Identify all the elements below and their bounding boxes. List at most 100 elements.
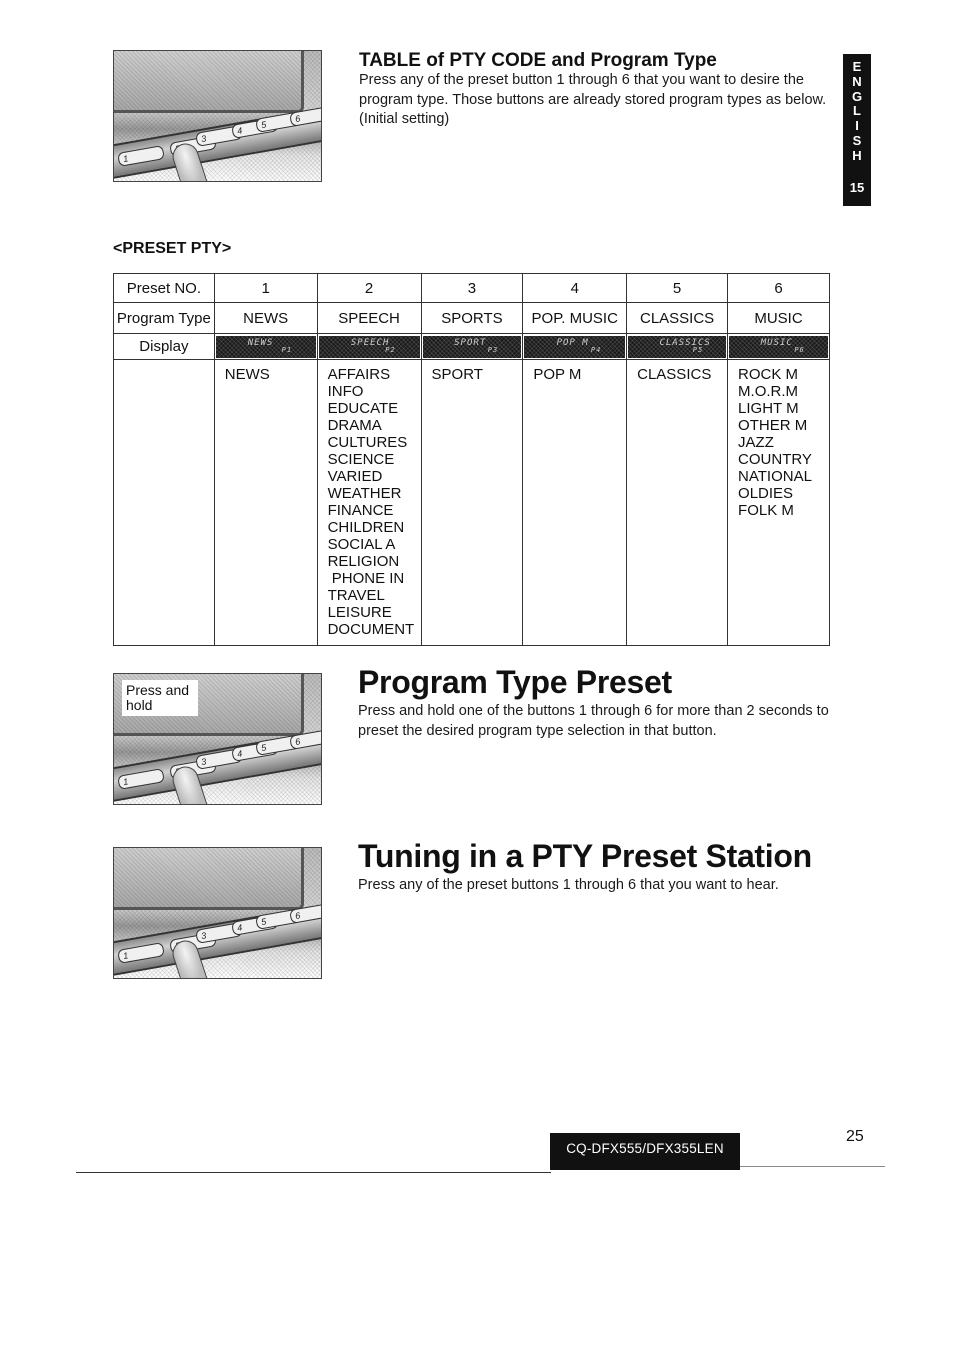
pty-code-item: PHONE IN xyxy=(327,570,405,587)
display-cell: POP M P4 xyxy=(522,333,628,360)
model-number-badge: CQ-DFX555/DFX355LEN xyxy=(550,1133,740,1170)
table-row-program-type: Program Type NEWS SPEECH SPORTS POP. MUS… xyxy=(113,302,830,334)
page-number: 25 xyxy=(846,1128,864,1145)
pty-code-item: LEISURE xyxy=(327,604,392,621)
pty-code-item: OLDIES xyxy=(738,485,794,502)
pty-code-item: WEATHER xyxy=(327,485,402,502)
program-type-cell: SPEECH xyxy=(316,302,422,334)
language-letter: H xyxy=(852,147,862,163)
display-cell: CLASSICS P5 xyxy=(626,333,729,360)
lcd-display: SPORT P3 xyxy=(422,335,522,358)
display-cell: MUSIC P6 xyxy=(727,333,830,360)
program-type-cell: MUSIC xyxy=(727,302,830,334)
language-letter: E xyxy=(852,59,862,74)
pty-code-item: CHILDREN xyxy=(327,519,405,536)
lcd-display: POP M P4 xyxy=(524,335,626,358)
pty-code-item: NEWS xyxy=(224,366,270,383)
lcd-channel: P1 xyxy=(281,345,293,354)
preset-pty-table: Preset NO. 1 2 3 4 5 6 Program Type NEWS… xyxy=(113,273,830,646)
pty-code-item: FOLK M xyxy=(738,502,794,519)
row-header-display: Display xyxy=(113,333,215,360)
pty-code-item: CULTURES xyxy=(327,434,408,451)
language-letter: N xyxy=(852,73,862,89)
preset-pty-heading: <PRESET PTY> xyxy=(113,240,232,257)
pty-code-item: VARIED xyxy=(327,468,383,485)
pty-code-item: DOCUMENT xyxy=(327,621,415,638)
pty-codes-cell: POP M xyxy=(522,359,628,646)
lcd-display: NEWS P1 xyxy=(215,335,316,358)
pty-code-item: LIGHT M xyxy=(738,400,799,417)
empty-row-header xyxy=(113,359,215,646)
pty-codes-cell: NEWS xyxy=(213,359,318,646)
preset-number-cell: 6 xyxy=(727,273,830,303)
section-number: 15 xyxy=(849,180,865,195)
lcd-text: MUSIC xyxy=(760,337,793,348)
pty-code-item: ROCK M xyxy=(738,366,799,383)
pty-code-item: NATIONAL xyxy=(738,468,812,485)
lcd-text: SPORT xyxy=(454,337,487,348)
radio-preset-illustration-1: 1 2 3 4 5 6 xyxy=(113,50,322,182)
pty-code-item: SCIENCE xyxy=(327,451,395,468)
pty-codes-cell: SPORT xyxy=(420,359,524,646)
preset-number-cell: 4 xyxy=(522,273,628,303)
program-type-cell: POP. MUSIC xyxy=(522,302,628,334)
program-type-cell: SPORTS xyxy=(420,302,524,334)
pty-code-item: JAZZ xyxy=(738,434,774,451)
program-type-preset-title: Program Type Preset xyxy=(358,664,672,700)
lcd-channel: P2 xyxy=(385,345,396,354)
table-row-display: Display NEWS P1 SPEECH P2 SPORT P3 POP M P4 … xyxy=(113,333,830,360)
lcd-text: SPEECH xyxy=(350,337,390,348)
pty-code-item: AFFAIRS xyxy=(327,366,391,383)
lcd-display: CLASSICS P5 xyxy=(628,335,727,358)
pty-code-item: DRAMA xyxy=(327,417,382,434)
radio-preset-illustration-2: 1 2 3 4 5 6 Press and hold xyxy=(113,673,322,805)
radio-preset-illustration-3: 1 2 3 4 5 6 xyxy=(113,847,322,979)
table-row-preset-no: Preset NO. 1 2 3 4 5 6 xyxy=(113,273,830,303)
table-section-title: TABLE of PTY CODE and Program Type xyxy=(359,50,717,71)
lcd-display: MUSIC P6 xyxy=(729,335,828,358)
pty-code-item: RELIGION xyxy=(327,553,400,570)
radio-display-screen xyxy=(114,51,304,113)
lcd-text: POP M xyxy=(556,337,589,348)
preset-number-cell: 5 xyxy=(626,273,729,303)
radio-display-screen xyxy=(114,848,304,910)
table-row-pty-codes: NEWS AFFAIRS INFO EDUCATE DRAMA CULTURES SCIE… xyxy=(113,359,830,646)
display-cell: SPORT P3 xyxy=(420,333,524,360)
pty-code-item: OTHER M xyxy=(738,417,808,434)
row-header-preset-no: Preset NO. xyxy=(113,273,215,303)
lcd-channel: P4 xyxy=(590,345,602,354)
pty-code-item: SPORT xyxy=(431,366,483,383)
pty-code-item: EDUCATE xyxy=(327,400,399,417)
table-section-description: Press any of the preset button 1 through… xyxy=(359,72,827,127)
language-letter: L xyxy=(853,103,861,119)
pty-code-item: TRAVEL xyxy=(327,587,385,604)
language-letters: E N G L I S H xyxy=(843,54,871,164)
pty-code-item: FINANCE xyxy=(327,502,394,519)
display-cell: SPEECH P2 xyxy=(316,333,422,360)
program-type-cell: NEWS xyxy=(213,302,318,334)
program-type-cell: CLASSICS xyxy=(626,302,729,334)
pty-codes-cell: ROCK M M.O.R.M LIGHT M OTHER M JAZZ COUNTRY NA… xyxy=(727,359,830,646)
language-letter: S xyxy=(852,132,862,148)
tuning-section-title: Tuning in a PTY Preset Station xyxy=(358,838,812,874)
pty-code-item: COUNTRY xyxy=(738,451,812,468)
display-cell: NEWS P1 xyxy=(213,333,318,360)
footer-rule xyxy=(740,1166,885,1167)
pty-code-item: CLASSICS xyxy=(637,366,712,383)
lcd-channel: P3 xyxy=(487,345,499,354)
pty-code-item: M.O.R.M xyxy=(738,383,799,400)
lcd-text: NEWS xyxy=(247,337,274,348)
language-letter: I xyxy=(855,118,859,134)
pty-codes-cell: AFFAIRS INFO EDUCATE DRAMA CULTURES SCIENCE VA… xyxy=(316,359,422,646)
program-type-preset-description: Press and hold one of the buttons 1 thro… xyxy=(358,703,829,739)
pty-codes-cell: CLASSICS xyxy=(626,359,729,646)
pty-code-item: INFO xyxy=(327,383,364,400)
preset-number-cell: 2 xyxy=(316,273,422,303)
language-side-tab: E N G L I S H 15 xyxy=(843,54,871,206)
language-letter: G xyxy=(851,88,863,104)
pty-code-item: SOCIAL A xyxy=(327,536,396,553)
preset-number-cell: 1 xyxy=(213,273,318,303)
tuning-section-description: Press any of the preset buttons 1 throug… xyxy=(358,877,779,893)
lcd-channel: P6 xyxy=(794,345,805,354)
lcd-channel: P5 xyxy=(692,345,704,354)
